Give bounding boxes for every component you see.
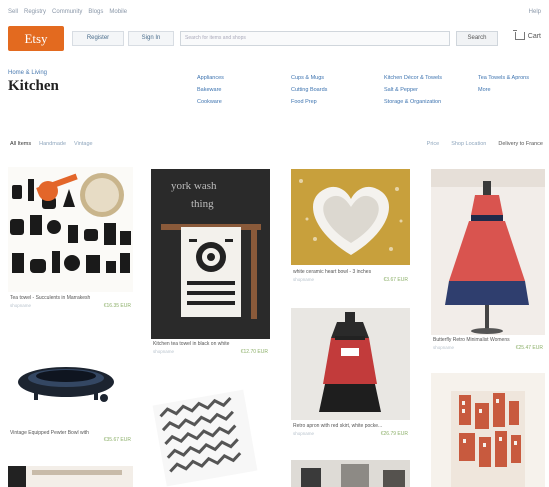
subcategory-column-1: Appliances Bakeware Cookware [197,72,224,108]
listing-card[interactable]: Vintage Equipped Pewter Bowl with €35.67… [8,338,133,448]
filter-vintage[interactable]: Vintage [74,141,93,147]
listing-image[interactable] [431,373,545,487]
listing-image[interactable] [151,379,270,487]
listing-price: €25.47 EUR [515,345,543,351]
listing-card[interactable]: york wash thing Kitchen tea towel in bla… [151,169,270,359]
etsy-logo[interactable]: Etsy [8,26,64,51]
listing-shop: shopname [293,277,315,282]
listing-card[interactable] [151,379,270,487]
subcategory-column-2: Cups & Mugs Cutting Boards Food Prep [291,72,327,108]
subcategory-link[interactable]: Cookware [197,96,224,108]
register-button[interactable]: Register [72,31,124,46]
listing-image[interactable] [8,466,133,487]
search-button[interactable]: Search [456,31,498,46]
subcategory-column-4: Tea Towels & Aprons More [478,72,529,96]
nav-sell-link[interactable]: Sell [8,9,18,15]
listing-card[interactable] [431,373,545,487]
sign-in-button[interactable]: Sign In [128,31,174,46]
listing-title[interactable]: Tea towel - Succulents in Marrakesh [10,295,90,301]
listing-image[interactable] [291,460,410,487]
listing-title[interactable]: Vintage Equipped Pewter Bowl with [10,430,89,436]
item-type-filters: All Items Handmade Vintage [10,141,93,147]
listing-price: €3.67 EUR [383,277,408,283]
price-filter[interactable]: Price [427,141,440,147]
page-title: Kitchen [8,78,59,94]
listing-card[interactable]: white ceramic heart bowl - 3 inches shop… [291,169,410,291]
svg-text:thing: thing [191,198,214,210]
listing-price: €12.70 EUR [240,349,268,355]
listing-shop: shopname [433,345,455,350]
listing-card[interactable]: Tea towel - Succulents in Marrakesh shop… [8,167,133,317]
listing-title[interactable]: Butterfly Retro Minimalist Womens [433,337,510,343]
listing-image[interactable] [291,169,410,265]
listing-image[interactable] [291,308,410,420]
header: Etsy Register Sign In Search for items a… [8,26,541,52]
subcategory-link[interactable]: Kitchen Décor & Towels [384,72,442,84]
listing-image[interactable] [8,167,133,292]
listing-shop: shopname [153,349,175,354]
listing-card[interactable]: Retro apron with red skirt, white pocke.… [291,308,410,442]
help-link[interactable]: Help [529,9,541,15]
subcategory-link[interactable]: Cups & Mugs [291,72,327,84]
category-header: Home & Living Kitchen [8,70,59,95]
cart-icon [512,30,525,40]
listing-image[interactable] [8,338,133,426]
breadcrumb[interactable]: Home & Living [8,70,59,76]
listing-title[interactable]: Retro apron with red skirt, white pocke.… [293,423,382,429]
nav-registry-link[interactable]: Registry [24,9,46,15]
sort-filters: Price Shop Location Delivery to France [427,141,543,147]
subcategory-link[interactable]: Storage & Organization [384,96,442,108]
listing-price: €16.35 EUR [103,303,131,309]
filter-all-items[interactable]: All Items [10,141,31,147]
listing-image[interactable]: york wash thing [151,169,270,339]
delivery-filter[interactable]: Delivery to France [498,141,543,147]
subcategory-link[interactable]: Appliances [197,72,224,84]
svg-text:york wash: york wash [171,180,217,192]
nav-mobile-link[interactable]: Mobile [109,9,127,15]
listing-card[interactable] [291,460,410,487]
listing-title[interactable]: white ceramic heart bowl - 3 inches [293,269,371,275]
listing-price: €26.79 EUR [380,431,408,437]
subcategory-column-3: Kitchen Décor & Towels Salt & Pepper Sto… [384,72,442,108]
listing-image[interactable] [431,169,545,335]
listing-card[interactable]: Butterfly Retro Minimalist Womens shopna… [431,169,545,355]
cart-label: Cart [527,32,541,40]
listing-shop: shopname [10,303,32,308]
nav-community-link[interactable]: Community [52,9,82,15]
subcategory-link[interactable]: Tea Towels & Aprons [478,72,529,84]
cart-button[interactable]: Cart [512,30,541,40]
shop-location-filter[interactable]: Shop Location [451,141,486,147]
subcategory-link[interactable]: More [478,84,529,96]
filter-handmade[interactable]: Handmade [39,141,66,147]
subcategory-link[interactable]: Cutting Boards [291,84,327,96]
search-input[interactable]: Search for items and shops [180,31,450,46]
subcategory-link[interactable]: Salt & Pepper [384,84,442,96]
listing-title[interactable]: Kitchen tea towel in black on white [153,341,229,347]
nav-blogs-link[interactable]: Blogs [88,9,103,15]
listing-shop: shopname [293,431,315,436]
listing-price: €35.67 EUR [103,437,131,443]
top-nav: Sell Registry Community Blogs Mobile Hel… [8,9,541,19]
listing-card[interactable] [8,466,133,487]
subcategory-link[interactable]: Bakeware [197,84,224,96]
subcategory-link[interactable]: Food Prep [291,96,327,108]
